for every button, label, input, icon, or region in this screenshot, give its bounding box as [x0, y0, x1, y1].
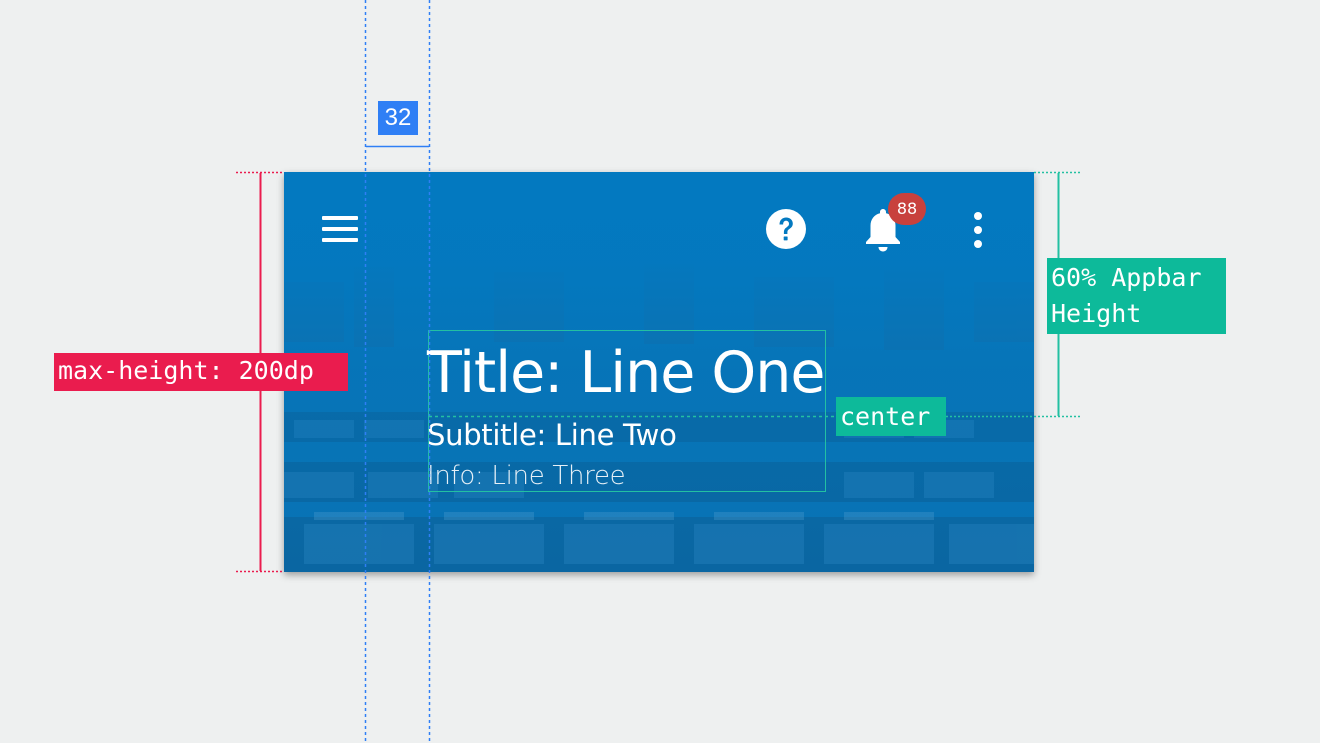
menu-icon	[322, 216, 358, 220]
spacing-32-label: 32	[378, 101, 418, 135]
appbar-height-label-line2: Height	[1051, 299, 1142, 328]
appbar-subtitle: Subtitle: Line Two	[427, 418, 677, 452]
appbar-title: Title: Line One	[427, 340, 825, 406]
max-height-label: max-height: 200dp	[54, 353, 348, 391]
more-options-button[interactable]	[964, 210, 992, 250]
notification-count-badge: 88	[888, 193, 926, 225]
appbar-height-label-line1: 60% Appbar	[1051, 263, 1202, 292]
menu-button[interactable]	[320, 214, 360, 244]
appbar-height-label: 60% Appbar Height	[1047, 258, 1226, 334]
app-bar: 88 Title: Line One Subtitle: Line Two In…	[284, 172, 1034, 572]
center-label: center	[836, 397, 946, 436]
appbar-info: Info: Line Three	[427, 461, 626, 491]
help-icon[interactable]	[764, 207, 808, 251]
more-vert-icon	[974, 212, 982, 220]
